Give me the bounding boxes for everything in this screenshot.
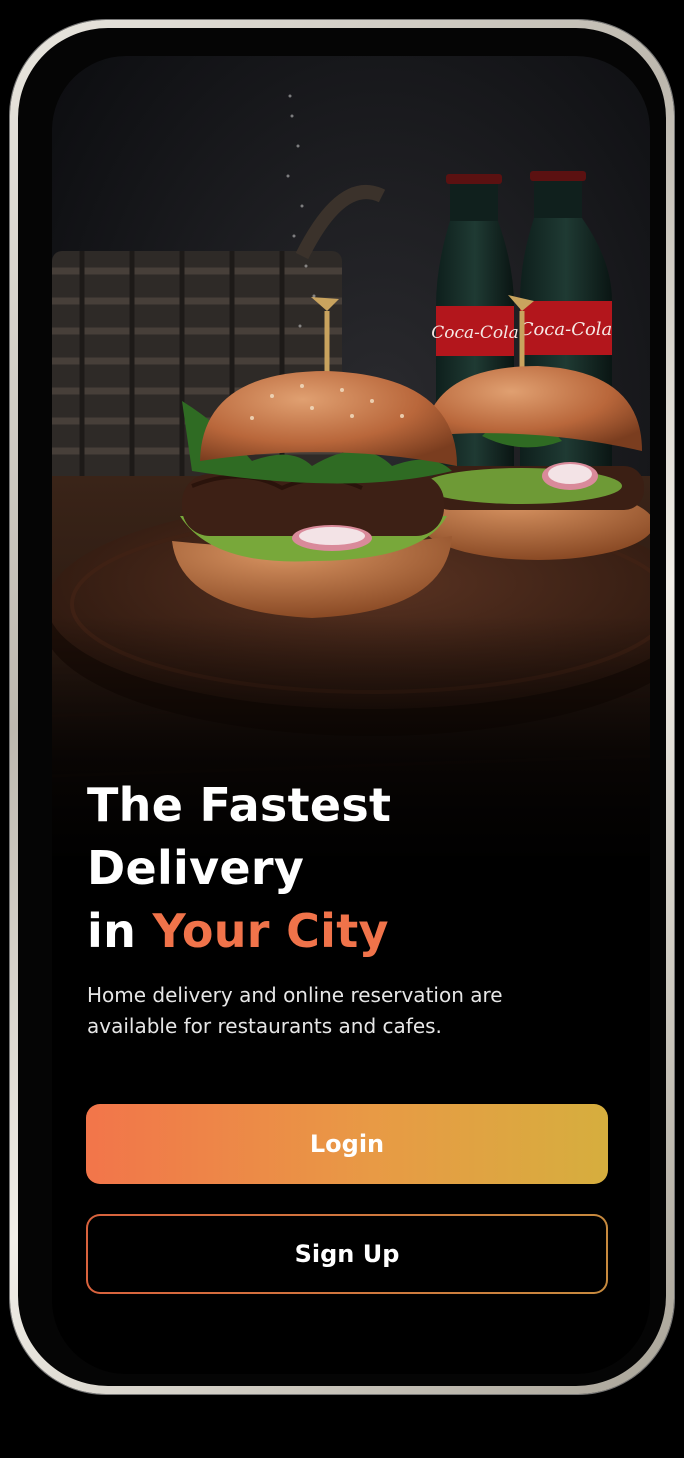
phone-bezel: Coca-Cola Coca-Cola The Fastest Delivery… <box>18 28 666 1386</box>
hero-headline: The Fastest Delivery in Your City <box>87 774 391 963</box>
headline-accent-text: Your City <box>152 904 389 958</box>
svg-text:Coca-Cola: Coca-Cola <box>520 319 613 340</box>
signup-button[interactable]: Sign Up <box>86 1214 608 1294</box>
hero-description: Home delivery and online reservation are… <box>87 983 503 1038</box>
headline-line-2: Delivery <box>87 841 305 895</box>
login-button[interactable]: Login <box>86 1104 608 1184</box>
phone-frame: Coca-Cola Coca-Cola The Fastest Delivery… <box>10 20 674 1394</box>
headline-line-3-prefix: in <box>87 904 153 958</box>
app-screen: Coca-Cola Coca-Cola The Fastest Delivery… <box>52 56 650 1374</box>
headline-line-1: The Fastest <box>87 778 392 832</box>
svg-text:Coca-Cola: Coca-Cola <box>431 323 518 343</box>
